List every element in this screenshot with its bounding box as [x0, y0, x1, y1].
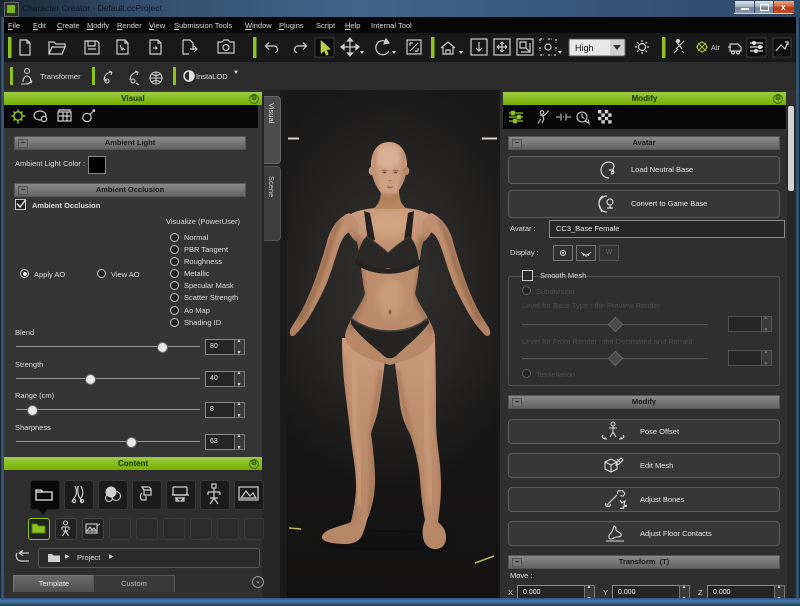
svg-text:High: High [575, 43, 594, 53]
svg-text:Atr: Atr [711, 45, 721, 52]
